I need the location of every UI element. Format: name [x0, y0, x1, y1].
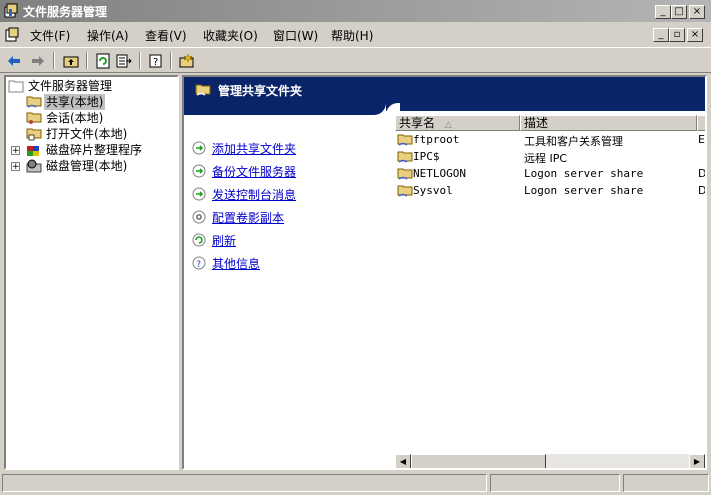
open-files-folder-icon: [26, 128, 42, 141]
mmc-document-icon: [5, 27, 19, 42]
toolbar-separator: [86, 52, 88, 69]
refresh-icon: [96, 53, 110, 69]
maximize-icon: □: [674, 6, 684, 17]
minimize-icon: _: [660, 6, 666, 17]
list-header: 共享名 △ 描述: [395, 115, 705, 131]
horizontal-scrollbar[interactable]: ◀ ▶: [395, 454, 705, 468]
svg-text:?: ?: [196, 260, 201, 270]
arrow-right-icon: ▶: [693, 457, 701, 466]
status-panel-2: [490, 474, 620, 492]
menu-action[interactable]: 操作(A): [87, 27, 129, 44]
banner-tab: [386, 103, 705, 111]
menu-help[interactable]: 帮助(H): [331, 27, 373, 44]
table-row[interactable]: IPC$ 远程 IPC: [395, 149, 705, 166]
table-row[interactable]: ftproot 工具和客户关系管理 E: [395, 132, 705, 149]
scroll-left-button[interactable]: ◀: [395, 454, 411, 468]
menu-view[interactable]: 查看(V): [145, 27, 187, 44]
forward-button[interactable]: [28, 51, 48, 71]
scroll-right-button[interactable]: ▶: [689, 454, 705, 468]
help-icon: ?: [192, 256, 206, 270]
child-close-button[interactable]: ×: [687, 28, 703, 42]
export-list-icon: [116, 54, 132, 68]
file-server-app-icon: [4, 3, 18, 18]
restore-icon: ▫: [673, 29, 681, 40]
console-tree: 文件服务器管理 共享(本地) 会话(本地) 打开文件(本地) + 磁盘碎片整理程…: [4, 75, 179, 470]
table-row[interactable]: Sysvol Logon server share D: [395, 183, 705, 200]
title-bar[interactable]: 文件服务器管理 _ □ ×: [0, 0, 711, 22]
help-book-icon: ?: [149, 54, 162, 68]
plus-icon: +: [12, 146, 20, 156]
folder-icon: [8, 80, 24, 93]
new-share-button[interactable]: [177, 51, 197, 71]
status-bar: [0, 472, 711, 495]
refresh-icon: [192, 233, 206, 247]
close-icon: ×: [690, 29, 700, 40]
shared-folder-icon: [397, 185, 413, 197]
new-share-folder-icon: [179, 53, 194, 68]
plus-icon: +: [12, 162, 20, 172]
details-pane: 管理共享文件夹 添加共享文件夹 备份文件服务器 发送控制台消息 配置卷影副本 刷…: [182, 75, 707, 470]
arrow-left-icon: ◀: [399, 457, 407, 466]
disk-management-icon: [26, 159, 42, 173]
up-one-level-button[interactable]: [61, 51, 81, 71]
taskpad-banner: 管理共享文件夹: [184, 77, 705, 103]
defrag-icon: [27, 146, 39, 156]
shared-folder-icon: [26, 96, 42, 108]
gear-icon: [192, 210, 206, 224]
child-restore-button[interactable]: ▫: [669, 28, 685, 42]
scroll-thumb[interactable]: [411, 454, 546, 468]
back-arrow-icon: [8, 56, 20, 66]
toolbar-separator: [139, 52, 141, 69]
menu-window[interactable]: 窗口(W): [273, 27, 318, 44]
shared-folder-icon: [195, 84, 211, 96]
shared-folder-icon: [397, 168, 413, 180]
minimize-icon: _: [658, 29, 664, 40]
arrow-right-green-icon: [192, 187, 206, 201]
close-icon: ×: [692, 6, 702, 17]
banner-curve: [184, 103, 386, 115]
taskpad-title: 管理共享文件夹: [218, 84, 303, 98]
menu-bar: 文件(F) 操作(A) 查看(V) 收藏夹(O) 窗口(W) 帮助(H) _ ▫…: [0, 24, 711, 46]
menu-favorites[interactable]: 收藏夹(O): [203, 27, 258, 44]
child-minimize-button[interactable]: _: [653, 28, 669, 42]
status-panel-3: [623, 474, 709, 492]
arrow-right-green-icon: [192, 141, 206, 155]
toolbar-separator: [170, 52, 172, 69]
sort-ascending-icon: △: [444, 120, 452, 130]
sessions-folder-icon: [26, 112, 42, 124]
folder-up-icon: [63, 56, 79, 68]
refresh-button[interactable]: [93, 51, 113, 71]
toolbar: ?: [0, 47, 711, 73]
shared-folder-icon: [397, 134, 413, 146]
table-row[interactable]: NETLOGON Logon server share D: [395, 166, 705, 183]
help-button[interactable]: ?: [146, 51, 166, 71]
forward-arrow-icon: [32, 56, 44, 66]
column-header-description[interactable]: 描述: [520, 115, 697, 131]
column-header-share-name[interactable]: 共享名 △: [395, 115, 520, 131]
shared-folder-icon: [397, 151, 413, 163]
expand-defrag-toggle[interactable]: +: [11, 146, 20, 156]
column-header-extra[interactable]: [697, 115, 705, 131]
back-button[interactable]: [4, 51, 24, 71]
window-title: 文件服务器管理: [23, 5, 108, 19]
arrow-right-green-icon: [192, 164, 206, 178]
status-panel-main: [2, 474, 487, 492]
close-button[interactable]: ×: [689, 5, 705, 19]
export-list-button[interactable]: [114, 51, 134, 71]
maximize-button[interactable]: □: [671, 5, 687, 19]
menu-file[interactable]: 文件(F): [30, 27, 70, 44]
svg-text:?: ?: [153, 57, 158, 68]
minimize-button[interactable]: _: [655, 5, 671, 19]
toolbar-separator: [53, 52, 55, 69]
expand-disk-mgmt-toggle[interactable]: +: [11, 162, 20, 172]
